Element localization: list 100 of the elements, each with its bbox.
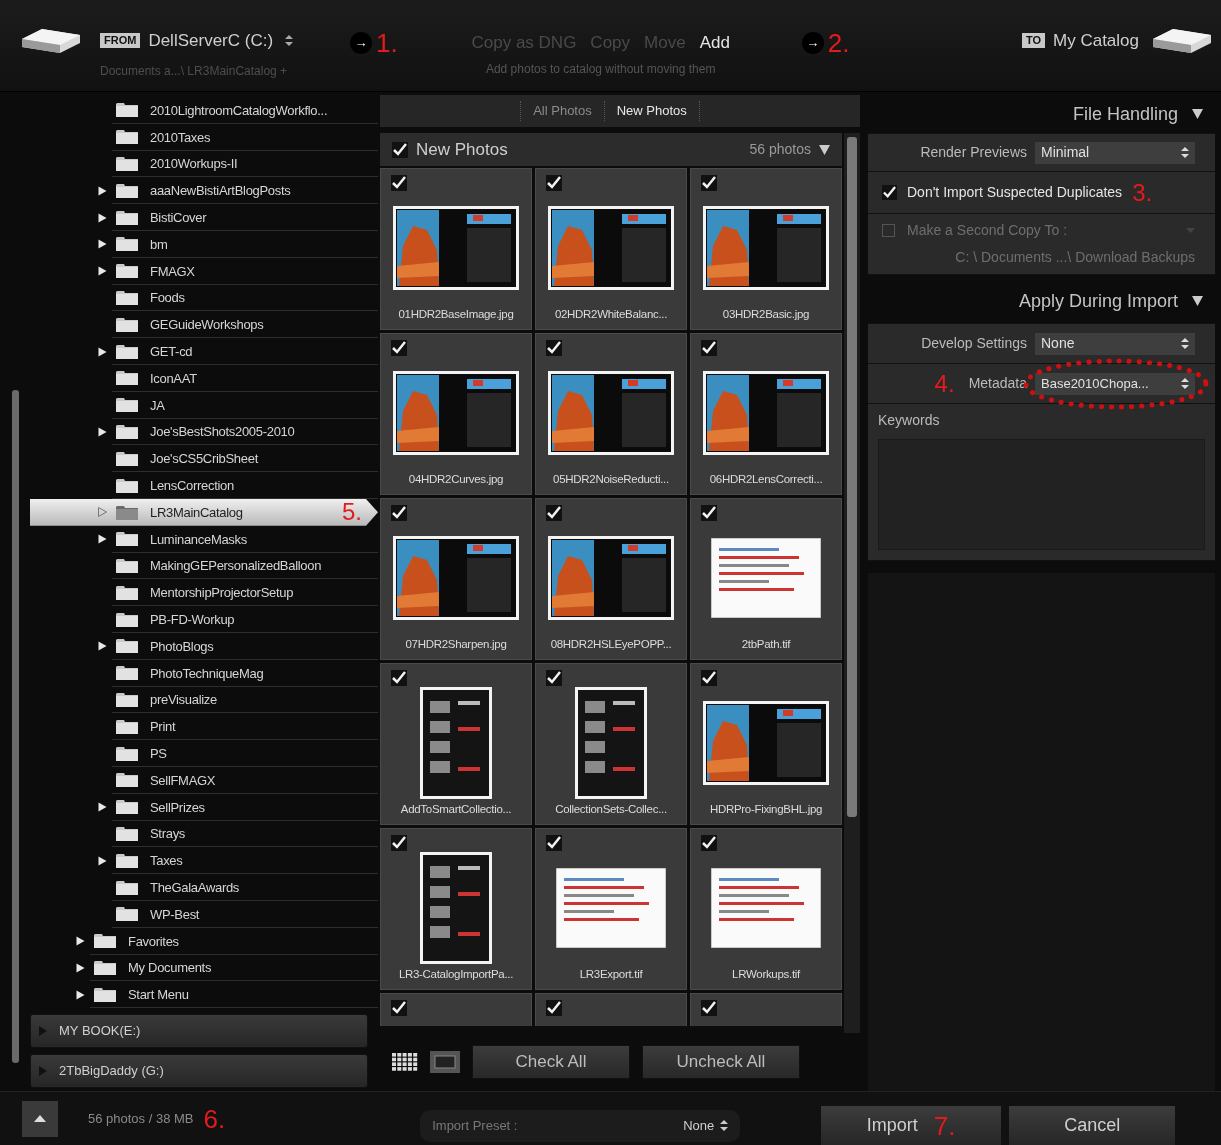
expand-triangle-icon[interactable]: [97, 185, 107, 196]
checkbox[interactable]: [701, 340, 717, 356]
volume-header[interactable]: MY BOOK(E:): [30, 1014, 368, 1049]
expand-triangle-icon[interactable]: [97, 212, 107, 223]
checkbox[interactable]: [546, 175, 562, 191]
photo-tile[interactable]: 06HDR2LensCorrecti...: [690, 333, 842, 495]
folder-row[interactable]: aaaNewBistiArtBlogPosts: [30, 177, 378, 205]
checkbox[interactable]: [391, 670, 407, 686]
import-button[interactable]: Import 7.: [820, 1104, 1003, 1145]
folder-row[interactable]: preVisualize: [30, 686, 378, 714]
folder-row[interactable]: Strays: [30, 820, 378, 848]
folder-row[interactable]: GET-cd: [30, 338, 378, 365]
folder-row[interactable]: Joe'sBestShots2005-2010: [30, 418, 378, 446]
photo-tile[interactable]: AddToSmartCollectio...: [380, 663, 532, 825]
scrollbar-thumb[interactable]: [11, 390, 19, 1063]
folder-row[interactable]: MakingGEPersonalizedBalloon: [30, 552, 378, 580]
expand-triangle-icon[interactable]: [97, 641, 107, 652]
folder-row[interactable]: 2010Workups-II: [30, 150, 378, 178]
photo-tile[interactable]: HDRPro-FixingBHL.jpg: [690, 663, 842, 825]
expand-triangle-icon[interactable]: [75, 962, 85, 973]
photo-tile[interactable]: 03HDR2Basic.jpg: [690, 168, 842, 330]
checkbox[interactable]: [391, 1000, 407, 1016]
folder-row[interactable]: Print: [30, 713, 378, 741]
checkbox[interactable]: [391, 340, 407, 356]
checkbox[interactable]: [391, 835, 407, 851]
folder-row[interactable]: Favorites: [30, 927, 378, 955]
checkbox[interactable]: [882, 185, 897, 200]
filter-tab[interactable]: New Photos: [603, 101, 700, 121]
checkbox[interactable]: [701, 505, 717, 521]
folder-row[interactable]: PS: [30, 740, 378, 767]
folder-row[interactable]: GEGuideWorkshops: [30, 311, 378, 339]
develop-settings-select[interactable]: None: [1035, 332, 1195, 355]
expand-triangle-icon[interactable]: [97, 239, 107, 250]
panel-title[interactable]: Apply During Import: [1018, 287, 1178, 315]
source-drive-label[interactable]: DellServerC (C:): [148, 28, 274, 54]
cancel-button[interactable]: Cancel: [1008, 1104, 1177, 1145]
expand-triangle-icon[interactable]: [97, 266, 107, 277]
check-toggle-button[interactable]: Check All: [472, 1045, 630, 1079]
folder-row[interactable]: WP-Best: [30, 900, 378, 928]
checkbox[interactable]: [701, 175, 717, 191]
photo-tile[interactable]: LR3Export.tif: [535, 828, 687, 990]
grid-view-icon[interactable]: [392, 1053, 418, 1071]
expand-triangle-icon[interactable]: [97, 534, 107, 545]
checkbox[interactable]: [546, 1000, 562, 1016]
photo-tile[interactable]: LR3-CatalogImportPa...: [380, 828, 532, 990]
checkbox[interactable]: [546, 670, 562, 686]
checkbox[interactable]: [546, 340, 562, 356]
checkbox[interactable]: [546, 505, 562, 521]
folder-row[interactable]: PhotoTechniqueMag: [30, 659, 378, 687]
collapse-triangle-icon[interactable]: [1192, 109, 1203, 119]
photo-tile[interactable]: 05HDR2NoiseReducti...: [535, 333, 687, 495]
folder-row[interactable]: PhotoBlogs: [30, 632, 378, 660]
folder-row[interactable]: Start Menu: [30, 981, 378, 1009]
expand-triangle-icon[interactable]: [75, 936, 85, 947]
folder-row[interactable]: 2010LightroomCatalogWorkflo...: [30, 97, 378, 124]
photo-tile[interactable]: 02HDR2WhiteBalanc...: [535, 168, 687, 330]
check-toggle-button[interactable]: Uncheck All: [642, 1045, 800, 1079]
photo-tile[interactable]: 2tbPath.tif: [690, 498, 842, 660]
expand-triangle-icon[interactable]: [75, 989, 85, 1000]
checkbox[interactable]: [391, 175, 407, 191]
photo-tile[interactable]: 04HDR2Curves.jpg: [380, 333, 532, 495]
expand-triangle-icon[interactable]: [97, 426, 107, 437]
import-preset-field[interactable]: Import Preset : None: [420, 1109, 741, 1142]
checkbox[interactable]: [392, 141, 408, 158]
render-previews-select[interactable]: Minimal: [1035, 141, 1195, 164]
panel-title[interactable]: File Handling: [1072, 100, 1178, 128]
photo-tile[interactable]: 08HDR2HSLEyePOPP...: [535, 498, 687, 660]
folder-row[interactable]: BistiCover: [30, 204, 378, 231]
selected-folder-row[interactable]: LR3MainCatalog 5.: [30, 498, 378, 526]
checkbox[interactable]: [701, 670, 717, 686]
expand-triangle-icon[interactable]: [97, 802, 107, 813]
folder-row[interactable]: IconAAT: [30, 364, 378, 392]
collapse-triangle-icon[interactable]: [819, 144, 830, 155]
folder-row[interactable]: JA: [30, 391, 378, 419]
filter-tab[interactable]: All Photos: [520, 101, 604, 121]
photo-tile[interactable]: LRWorkups.tif: [690, 828, 842, 990]
photo-tile[interactable]: 07HDR2Sharpen.jpg: [380, 498, 532, 660]
collapse-up-button[interactable]: [22, 1100, 58, 1137]
folder-row[interactable]: SellPrizes: [30, 793, 378, 821]
folder-row[interactable]: My Documents: [30, 954, 378, 982]
checkbox[interactable]: [391, 505, 407, 521]
loupe-view-icon[interactable]: [430, 1051, 460, 1073]
destination-label[interactable]: My Catalog: [1053, 28, 1139, 54]
folder-row[interactable]: LensCorrection: [30, 472, 378, 499]
expand-triangle-icon[interactable]: [97, 855, 107, 866]
checkbox[interactable]: [546, 835, 562, 851]
checkbox[interactable]: [701, 1000, 717, 1016]
collapse-triangle-icon[interactable]: [1192, 296, 1203, 306]
folder-row[interactable]: Joe'sCS5CribSheet: [30, 445, 378, 473]
checkbox[interactable]: [701, 835, 717, 851]
expand-triangle-icon[interactable]: [97, 346, 107, 357]
folder-row[interactable]: Taxes: [30, 847, 378, 875]
scrollbar-thumb[interactable]: [847, 137, 857, 817]
folder-row[interactable]: FMAGX: [30, 257, 378, 285]
folder-row[interactable]: 2010Taxes: [30, 123, 378, 151]
folder-row[interactable]: TheGalaAwards: [30, 874, 378, 901]
folder-row[interactable]: LuminanceMasks: [30, 525, 378, 553]
photo-tile[interactable]: CollectionSets-Collec...: [535, 663, 687, 825]
import-mode-option[interactable]: Add: [699, 30, 730, 56]
volume-header[interactable]: 2TbBigDaddy (G:): [30, 1054, 368, 1089]
